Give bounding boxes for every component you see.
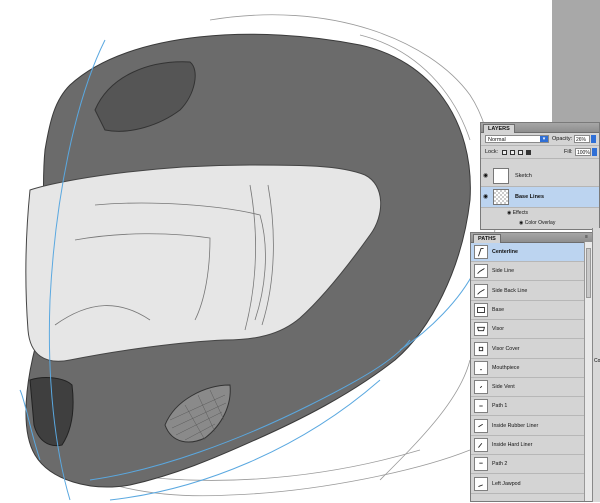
path-row[interactable]: Side Back Line <box>471 282 585 301</box>
lock-label: Lock: <box>485 149 499 155</box>
eye-icon[interactable]: ◉ <box>483 173 491 179</box>
path-thumbnail <box>474 360 488 375</box>
path-thumbnail <box>474 380 488 395</box>
path-row[interactable]: Side Line <box>471 262 585 282</box>
eye-icon[interactable]: ◉ <box>519 220 523 226</box>
path-name: Left Jawpod <box>492 480 521 487</box>
path-name: Side Vent <box>492 384 515 391</box>
effects-row[interactable]: ◉ Effects <box>507 210 528 216</box>
fill-input[interactable]: 100% <box>575 148 591 156</box>
path-name: Base <box>492 306 505 313</box>
color-overlay-row[interactable]: ◉ Color Overlay <box>519 220 555 226</box>
path-thumbnail <box>474 302 488 317</box>
path-thumbnail <box>474 283 488 298</box>
path-row[interactable]: Path 1 <box>471 397 585 417</box>
path-thumbnail <box>474 322 488 337</box>
edge-label: Co <box>594 358 600 364</box>
layer-thumbnail <box>493 189 509 205</box>
layer-row-base-lines[interactable]: ◉ Base Lines <box>481 187 599 208</box>
path-name: Visor Cover <box>492 345 520 352</box>
effects-label: Effects <box>512 210 528 216</box>
eye-icon[interactable]: ◉ <box>483 194 491 200</box>
tab-layers[interactable]: LAYERS <box>483 124 515 133</box>
adjacent-panel-edge: Co <box>592 228 600 502</box>
path-name: Path 2 <box>492 461 508 468</box>
path-name: Visor <box>492 326 504 333</box>
layers-panel: LAYERS Normal ▾ Opacity: 26% Lock: Fill:… <box>480 122 600 230</box>
path-row[interactable]: Mouthpiece <box>471 359 585 378</box>
layers-panel-titlebar[interactable]: LAYERS <box>481 123 599 133</box>
path-row[interactable]: Inside Hard Liner <box>471 436 585 455</box>
fill-stepper[interactable] <box>592 148 597 156</box>
layer-name: Sketch <box>515 173 532 179</box>
path-thumbnail <box>474 399 488 414</box>
path-row[interactable]: Base <box>471 301 585 320</box>
path-thumbnail <box>474 341 488 356</box>
scrollbar-thumb[interactable] <box>586 248 591 298</box>
color-overlay-label: Color Overlay <box>524 220 556 226</box>
path-thumbnail <box>474 418 488 433</box>
eye-icon[interactable]: ◉ <box>507 210 511 216</box>
tab-paths[interactable]: PATHS <box>473 234 501 243</box>
lock-row: Lock: Fill: 100% <box>481 146 599 159</box>
chevron-down-icon: ▾ <box>540 136 548 142</box>
path-row[interactable]: Inside Rubber Liner <box>471 417 585 436</box>
paths-panel-titlebar[interactable]: PATHS ≡ <box>471 233 593 243</box>
path-name: Inside Rubber Liner <box>492 422 539 429</box>
blend-mode-select[interactable]: Normal ▾ <box>485 135 549 143</box>
path-name: Centerline <box>492 249 518 255</box>
path-row[interactable]: Left Jawpod <box>471 475 585 494</box>
lock-image-icon[interactable] <box>510 150 515 155</box>
path-row[interactable]: Visor Cover <box>471 340 585 359</box>
lock-position-icon[interactable] <box>518 150 523 155</box>
lock-all-icon[interactable] <box>526 150 531 155</box>
path-row[interactable]: Visor <box>471 320 585 340</box>
layer-thumbnail <box>493 168 509 184</box>
layer-name: Base Lines <box>515 194 545 200</box>
path-row[interactable]: Side Vent <box>471 378 585 398</box>
path-name: Path 1 <box>492 403 508 410</box>
path-thumbnail <box>474 264 488 279</box>
fill-label: Fill: <box>564 149 573 155</box>
blend-mode-value: Normal <box>488 137 506 143</box>
path-name: Side Line <box>492 268 515 275</box>
path-row[interactable]: Path 2 <box>471 455 585 475</box>
path-list: Centerline Side Line Side Back Line Base Vis… <box>471 243 587 503</box>
path-thumbnail <box>474 245 488 259</box>
path-name: Mouthpiece <box>492 364 520 371</box>
panel-menu-icon[interactable]: ≡ <box>583 234 590 240</box>
opacity-stepper[interactable] <box>591 135 596 143</box>
lock-transparent-icon[interactable] <box>502 150 507 155</box>
path-thumbnail <box>474 457 488 472</box>
path-thumbnail <box>474 438 488 452</box>
path-name: Side Back Line <box>492 287 528 294</box>
opacity-label: Opacity: <box>552 136 573 142</box>
blend-row: Normal ▾ Opacity: 26% <box>481 133 599 146</box>
opacity-input[interactable]: 26% <box>574 135 590 143</box>
paths-panel: PATHS ≡ Centerline Side Line Side Back Lin… <box>470 232 594 502</box>
path-row[interactable]: Centerline <box>471 243 585 262</box>
layer-row-sketch[interactable]: ◉ Sketch <box>481 166 599 187</box>
path-thumbnail <box>474 476 488 491</box>
path-name: Inside Hard Liner <box>492 442 533 448</box>
